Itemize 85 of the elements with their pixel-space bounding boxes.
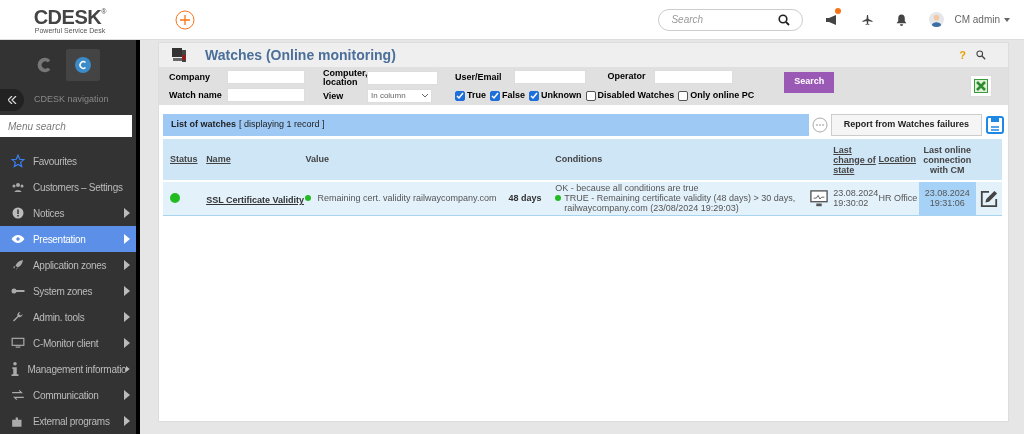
users-icon — [12, 182, 24, 192]
puzzle-icon — [11, 415, 25, 427]
eye-icon — [11, 234, 25, 244]
collapse-button[interactable] — [0, 89, 24, 112]
checkbox-label: True — [467, 88, 486, 102]
excel-icon[interactable] — [974, 79, 988, 93]
sidebar-item[interactable]: Customers – Settings — [0, 174, 136, 200]
menu-search-field[interactable]: Menu search — [0, 115, 132, 137]
sidebar-item[interactable]: Favourites — [0, 148, 136, 174]
column-header[interactable]: Status — [163, 139, 200, 181]
alert-icon — [12, 207, 24, 219]
value-amount: 48 days — [508, 191, 542, 205]
input-field[interactable] — [513, 69, 586, 84]
logo: CDESK — [33, 6, 102, 27]
add-icon[interactable] — [175, 9, 195, 30]
checkbox[interactable] — [455, 90, 465, 101]
table-cell: 23.08.2024 19:31:06 — [918, 181, 976, 215]
watch-name-link[interactable]: SSL Certificate Validity — [206, 195, 304, 206]
checkbox-label: Unknown — [541, 88, 582, 102]
sidebar-item[interactable]: C-Monitor client — [0, 330, 136, 356]
monitor-icon — [11, 337, 25, 349]
caret-icon — [1004, 17, 1010, 22]
input-field[interactable] — [367, 71, 438, 85]
menu-search-placeholder: Menu search — [8, 119, 66, 134]
input-field[interactable] — [227, 70, 305, 84]
sidebar-item[interactable]: Management informatio — [0, 356, 136, 382]
checkbox[interactable] — [678, 90, 689, 101]
column-header[interactable]: Last change of state — [833, 139, 879, 181]
column-header[interactable]: Location — [878, 139, 919, 181]
avatar-icon[interactable] — [929, 12, 945, 27]
field-label: Company — [169, 72, 211, 82]
checkbox-label: False — [502, 88, 526, 102]
checkbox-label: Only online PC — [690, 88, 755, 102]
field-label: Watch name — [169, 90, 223, 100]
edit-icon[interactable] — [979, 190, 998, 208]
table-cell: 23.08.2024 19:30:02 — [833, 181, 879, 215]
field-label: View — [323, 91, 345, 101]
field-label: Computer, location — [323, 69, 367, 87]
info-icon — [11, 362, 20, 376]
user-menu[interactable]: CM admin — [954, 12, 1010, 27]
bell-icon[interactable] — [896, 13, 908, 26]
search-button[interactable]: Search — [784, 71, 835, 93]
column-header: Value — [305, 139, 554, 181]
condition-summary: OK - because all conditions are true — [555, 183, 700, 194]
search-icon[interactable] — [778, 13, 791, 26]
sidebar-item[interactable]: Application zones — [0, 252, 136, 278]
star-icon — [11, 154, 25, 168]
input-field[interactable] — [227, 88, 305, 102]
value-text: Remaining cert. validity railwaycompany.com — [317, 191, 497, 205]
column-header: Conditions — [553, 139, 806, 181]
sidebar-item[interactable]: Admin. tools — [0, 304, 136, 330]
key-icon — [11, 286, 25, 296]
computer-icon — [171, 47, 187, 63]
checkbox-label: Disabled Watches — [597, 88, 675, 102]
checkbox[interactable] — [585, 90, 596, 101]
sidebar-item[interactable]: Communication — [0, 382, 136, 408]
page-title: Watches (Online monitoring) — [205, 45, 397, 65]
airplane-icon[interactable] — [861, 13, 875, 26]
field-label: Operator — [607, 71, 646, 81]
checkbox[interactable] — [490, 90, 500, 101]
monitor-chart-icon[interactable] — [810, 190, 829, 208]
sidebar-item[interactable]: External programs — [0, 408, 136, 434]
chevron-icon — [422, 94, 428, 98]
search-icon[interactable] — [976, 50, 986, 60]
checkbox[interactable] — [529, 90, 540, 101]
double-chevron-icon — [7, 96, 17, 105]
sidebar-item[interactable]: System zones — [0, 278, 136, 304]
save-icon[interactable] — [986, 116, 1004, 134]
column-header[interactable]: Name — [199, 139, 306, 181]
arrows-icon — [11, 389, 25, 401]
sidebar-item[interactable]: Notices — [0, 200, 136, 226]
search-placeholder: Search — [671, 13, 705, 27]
record-count: [ displaying 1 record ] — [239, 118, 325, 132]
navigation-title: CDESK navigation — [34, 93, 109, 107]
field-label: User/Email — [455, 71, 502, 82]
table-cell: HR Office — [878, 181, 919, 215]
rocket-icon — [12, 259, 24, 271]
list-title: List of watches — [171, 118, 236, 132]
wrench-icon — [12, 311, 24, 323]
c-logo-icon[interactable] — [75, 57, 91, 74]
view-dropdown[interactable]: In column — [367, 89, 432, 103]
column-header: Last online connection with CM — [918, 139, 976, 181]
input-field[interactable] — [653, 69, 733, 84]
condition-detail: TRUE - Remaining certificate validity (48 days) > 30 days, railwaycompany.com (23/08/2024 19:29:03) — [564, 193, 797, 214]
report-button[interactable]: Report from Watches failures — [830, 114, 982, 136]
